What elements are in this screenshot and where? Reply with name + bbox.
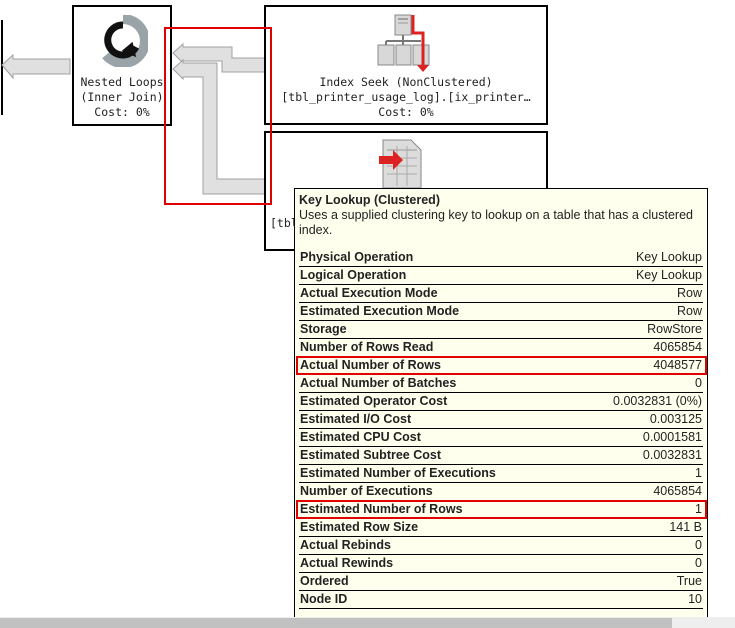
key-lookup-icon (379, 139, 422, 189)
tooltip-row-key: Physical Operation (300, 250, 414, 264)
tooltip-row-value: Row (676, 304, 702, 318)
tooltip-row: Number of Executions 4065854 (299, 483, 703, 501)
tooltip-row-key: Storage (300, 322, 347, 336)
tooltip-row-key: Actual Rewinds (300, 556, 394, 570)
tooltip-row: Estimated Operator Cost 0.0032831 (0%) (299, 393, 703, 411)
tooltip-row-key: Number of Executions (300, 484, 433, 498)
nested-loops-cost: Cost: 0% (94, 105, 150, 119)
tooltip-row-key: Actual Rebinds (300, 538, 391, 552)
tooltip-row: Actual Rewinds 0 (299, 555, 703, 573)
horizontal-scrollbar-thumb[interactable] (0, 618, 672, 628)
tooltip-row: Estimated Number of Rows 1 (296, 500, 707, 519)
tooltip-row: Number of Rows Read 4065854 (299, 339, 703, 357)
tooltip-row-key: Actual Execution Mode (300, 286, 438, 300)
tooltip-row-value: 0.003125 (649, 412, 702, 426)
tooltip-row-key: Number of Rows Read (300, 340, 434, 354)
index-seek-label-2: [tbl_printer_usage_log].[ix_printer… (281, 90, 531, 104)
tooltip-row-value: RowStore (647, 322, 702, 336)
tooltip-row-key: Logical Operation (300, 268, 407, 282)
tooltip-row: Estimated Row Size 141 B (299, 519, 703, 537)
operator-index-seek[interactable]: Index Seek (NonClustered) [tbl_printer_u… (264, 5, 548, 125)
tooltip-row-value: 141 B (669, 520, 702, 534)
index-seek-label-1: Index Seek (NonClustered) (319, 75, 493, 89)
tooltip-row: Estimated I/O Cost 0.003125 (299, 411, 703, 429)
tooltip-row-value: 0.0032831 (642, 448, 702, 462)
tooltip-row: Estimated Execution Mode Row (299, 303, 703, 321)
key-lookup-tooltip: Key Lookup (Clustered) Uses a supplied c… (294, 188, 708, 628)
tooltip-row: Estimated CPU Cost 0.0001581 (299, 429, 703, 447)
tooltip-row-value: Row (676, 286, 702, 300)
tooltip-row-value: Key Lookup (635, 250, 702, 264)
tooltip-row-key: Estimated Operator Cost (300, 394, 448, 408)
tooltip-row: Estimated Number of Executions 1 (299, 465, 703, 483)
nested-loops-icon (102, 15, 148, 67)
tooltip-row: Actual Execution Mode Row (299, 285, 703, 303)
tooltip-row: Actual Number of Batches 0 (299, 375, 703, 393)
tooltip-row-key: Estimated Number of Executions (300, 466, 496, 480)
tooltip-row: Actual Rebinds 0 (299, 537, 703, 555)
tooltip-row-value: 1 (695, 466, 702, 480)
row-highlight-box (296, 356, 707, 375)
tooltip-row: Ordered True (299, 573, 703, 591)
index-seek-cost: Cost: 0% (378, 105, 434, 119)
tooltip-row-value: 4065854 (653, 340, 702, 354)
tooltip-row: Actual Number of Rows 4048577 (296, 356, 707, 375)
tooltip-row: Physical Operation Key Lookup (299, 249, 703, 267)
tooltip-row-value: 0.0032831 (0%) (613, 394, 702, 408)
row-highlight-box (296, 500, 707, 519)
tooltip-row-key: Actual Number of Batches (300, 376, 457, 390)
tooltip-row-value: 0.0001581 (642, 430, 702, 444)
tooltip-row-value: Key Lookup (635, 268, 702, 282)
tooltip-row-key: Estimated Row Size (300, 520, 419, 534)
tooltip-row-key: Estimated Execution Mode (300, 304, 460, 318)
operator-nested-loops[interactable]: Nested Loops (Inner Join) Cost: 0% (72, 5, 172, 126)
tooltip-row-key: Estimated I/O Cost (300, 412, 412, 426)
tooltip-description: Uses a supplied clustering key to lookup… (299, 208, 693, 237)
tooltip-title: Key Lookup (Clustered) (299, 193, 440, 207)
tooltip-row-value: True (676, 574, 702, 588)
tooltip-row-key: Node ID (300, 592, 348, 606)
tooltip-row-key: Estimated Subtree Cost (300, 448, 442, 462)
flow-arrow-nested-loops-out (1, 53, 71, 80)
arrows-highlight-box (164, 27, 272, 205)
index-seek-icon (377, 14, 430, 72)
tooltip-properties-table: Physical Operation Key Lookup Logical Oper… (296, 249, 707, 609)
nested-loops-label-2: (Inner Join) (80, 90, 164, 104)
tooltip-row: Storage RowStore (299, 321, 703, 339)
tooltip-row-key: Ordered (300, 574, 349, 588)
tooltip-row-value: 0 (695, 376, 702, 390)
tooltip-row-key: Estimated CPU Cost (300, 430, 421, 444)
tooltip-row-value: 0 (695, 538, 702, 552)
tooltip-row-value: 10 (688, 592, 702, 606)
nested-loops-label-1: Nested Loops (80, 75, 164, 89)
tooltip-row-value: 4065854 (653, 484, 702, 498)
tooltip-row-value: 0 (695, 556, 702, 570)
tooltip-row: Logical Operation Key Lookup (299, 267, 703, 285)
tooltip-row: Estimated Subtree Cost 0.0032831 (299, 447, 703, 465)
tooltip-row: Node ID 10 (299, 591, 703, 609)
